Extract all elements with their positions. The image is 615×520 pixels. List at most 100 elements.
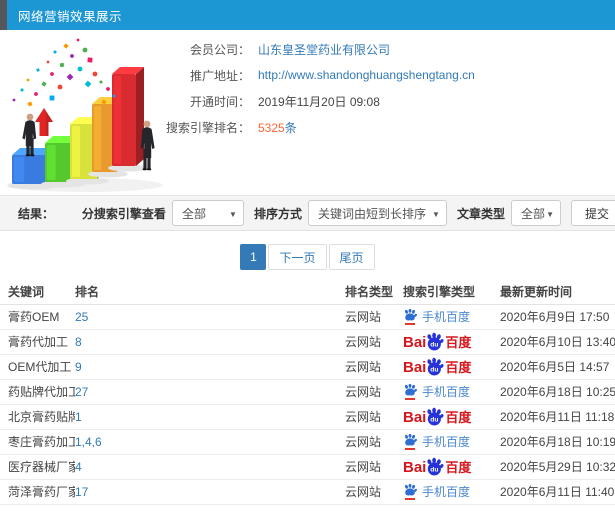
info-row-open-time: 开通时间： 2019年11月20日 09:08 xyxy=(0,88,615,114)
rank-link[interactable]: 4 xyxy=(75,460,82,474)
rank-link[interactable]: 25 xyxy=(75,310,88,324)
baidu-paw-du-icon: du xyxy=(427,457,444,476)
mobile-baidu-icon xyxy=(403,483,417,500)
baidu-logo-badge[interactable]: Bai du 百度 xyxy=(403,407,471,426)
table-body: 膏药OEM 25 云网站 手机百度 2020年6月9日 17:50 膏药代加工 8 云网站… xyxy=(0,304,615,505)
mobile-baidu-badge[interactable]: 手机百度 xyxy=(403,308,470,325)
promo-url-link[interactable]: http://www.shandonghuangshengtang.cn xyxy=(258,68,475,82)
page-button-current[interactable]: 1 xyxy=(240,244,267,270)
article-filter-select[interactable]: 全部 ▼ xyxy=(510,200,561,226)
update-time-cell: 2020年6月11日 11:40 xyxy=(500,479,615,505)
update-time-cell: 2020年5月29日 10:32 xyxy=(500,454,615,480)
rank-type-cell: 云网站 xyxy=(345,429,403,455)
table-row: 北京膏药贴牌 1 云网站 Bai du 百度 2020年6月11日 11:18 xyxy=(0,404,615,430)
baidu-logo-badge[interactable]: Bai du 百度 xyxy=(403,457,471,476)
baidu-paw-du-icon: du xyxy=(427,357,444,376)
baidu-logo-cn: 百度 xyxy=(445,460,472,475)
engine-type-cell: 手机百度 xyxy=(403,479,500,505)
table-row: 膏药代加工 8 云网站 Bai du 百度 2020年6月10日 13:40 xyxy=(0,329,615,355)
table-row: 菏泽膏药厂家 17 云网站 手机百度 2020年6月11日 11:40 xyxy=(0,479,615,505)
promo-url-label: 推广地址： xyxy=(189,68,250,83)
rank-type-cell: 云网站 xyxy=(345,304,403,330)
svg-text:du: du xyxy=(431,341,439,348)
rank-type-cell: 云网站 xyxy=(345,404,403,430)
svg-text:du: du xyxy=(431,466,439,473)
update-time-cell: 2020年6月5日 14:57 xyxy=(500,354,615,380)
baidu-logo-bai: Bai xyxy=(403,359,427,376)
member-company-label: 会员公司： xyxy=(189,42,250,57)
app-header: 网络营销效果展示 xyxy=(0,0,615,30)
keyword-cell: 药贴牌代加工 xyxy=(0,379,75,405)
rank-count-number: 5325 xyxy=(258,120,285,135)
mobile-baidu-icon xyxy=(403,433,417,450)
caret-down-icon: ▼ xyxy=(546,210,554,219)
keyword-cell: 枣庄膏药加工 xyxy=(0,429,75,455)
rank-type-cell: 云网站 xyxy=(345,329,403,355)
caret-down-icon: ▼ xyxy=(432,210,440,219)
caret-down-icon: ▼ xyxy=(229,210,237,219)
baidu-logo-cn: 百度 xyxy=(445,410,472,425)
engine-filter-select[interactable]: 全部 ▼ xyxy=(171,200,244,226)
rank-link[interactable]: 17 xyxy=(75,485,88,499)
baidu-paw-icon xyxy=(404,483,417,496)
sort-filter-select[interactable]: 关键词由短到长排序 ▼ xyxy=(307,200,447,226)
update-time-cell: 2020年6月18日 10:19 xyxy=(500,429,615,455)
table-header-row: 关键词 排名 排名类型 搜索引擎类型 最新更新时间 xyxy=(0,280,615,305)
submit-button[interactable]: 提交 xyxy=(570,200,615,226)
update-time-cell: 2020年6月9日 17:50 xyxy=(500,304,615,330)
page: 网络营销效果展示 会员公司： 山东皇圣堂药业有限公司 推广地址： http://… xyxy=(0,0,615,520)
baidu-paw-icon xyxy=(404,433,417,446)
keyword-cell: 膏药OEM xyxy=(0,304,75,330)
rank-cell: 9 xyxy=(75,354,345,380)
pagination: 1 下一页 尾页 xyxy=(0,244,615,270)
engine-rank-label: 搜索引擎排名： xyxy=(165,120,250,135)
header-engine-type: 搜索引擎类型 xyxy=(403,280,500,305)
mobile-baidu-icon xyxy=(403,308,417,325)
update-time-cell: 2020年6月18日 10:25 xyxy=(500,379,615,405)
engine-filter-value: 全部 xyxy=(181,206,206,221)
rank-link[interactable]: 27 xyxy=(75,385,88,399)
baidu-logo-badge[interactable]: Bai du 百度 xyxy=(403,332,471,351)
header-rank: 排名 xyxy=(75,280,345,305)
mobile-baidu-label: 手机百度 xyxy=(422,485,471,499)
table-row: 膏药OEM 25 云网站 手机百度 2020年6月9日 17:50 xyxy=(0,304,615,330)
last-page-button[interactable]: 尾页 xyxy=(328,244,375,270)
mobile-baidu-badge[interactable]: 手机百度 xyxy=(403,383,470,400)
rank-cell: 1,4,6 xyxy=(75,429,345,455)
mobile-baidu-label: 手机百度 xyxy=(422,310,471,324)
mobile-baidu-label: 手机百度 xyxy=(422,385,471,399)
rank-link[interactable]: 1 xyxy=(75,410,82,424)
rank-type-cell: 云网站 xyxy=(345,454,403,480)
rank-link[interactable]: 8 xyxy=(75,335,82,349)
baidu-logo-cn: 百度 xyxy=(445,360,472,375)
engine-type-cell: Bai du 百度 xyxy=(403,454,500,480)
info-row-rank-count: 搜索引擎排名： 5325条 xyxy=(0,114,615,140)
rank-cell: 1 xyxy=(75,404,345,430)
baidu-logo-cn: 百度 xyxy=(445,335,472,350)
table-row: 枣庄膏药加工 1,4,6 云网站 手机百度 2020年6月18日 10:19 xyxy=(0,429,615,455)
sort-filter-label: 排序方式 xyxy=(253,206,302,221)
update-time-cell: 2020年6月11日 11:18 xyxy=(500,404,615,430)
baidu-paw-du-icon: du xyxy=(427,407,444,426)
svg-text:du: du xyxy=(431,366,439,373)
article-filter-value: 全部 xyxy=(520,206,545,221)
rank-type-cell: 云网站 xyxy=(345,379,403,405)
engine-rank-count[interactable]: 5325条 xyxy=(258,119,297,136)
engine-type-cell: Bai du 百度 xyxy=(403,329,500,355)
open-time-label: 开通时间： xyxy=(189,94,250,109)
baidu-paw-icon xyxy=(404,308,417,321)
member-company-link[interactable]: 山东皇圣堂药业有限公司 xyxy=(258,41,390,58)
header-rank-type: 排名类型 xyxy=(345,280,403,305)
baidu-logo-badge[interactable]: Bai du 百度 xyxy=(403,357,471,376)
info-row-member: 会员公司： 山东皇圣堂药业有限公司 xyxy=(0,36,615,62)
mobile-baidu-icon xyxy=(403,383,417,400)
header-update-time: 最新更新时间 xyxy=(500,280,615,305)
rank-count-suffix: 条 xyxy=(284,120,297,135)
next-page-button[interactable]: 下一页 xyxy=(268,244,327,270)
header-keyword: 关键词 xyxy=(0,280,75,305)
rank-link[interactable]: 9 xyxy=(75,360,82,374)
mobile-baidu-badge[interactable]: 手机百度 xyxy=(403,433,470,450)
table-row: 药贴牌代加工 27 云网站 手机百度 2020年6月18日 10:25 xyxy=(0,379,615,405)
mobile-baidu-badge[interactable]: 手机百度 xyxy=(403,483,470,500)
rank-link[interactable]: 1,4,6 xyxy=(75,435,102,449)
